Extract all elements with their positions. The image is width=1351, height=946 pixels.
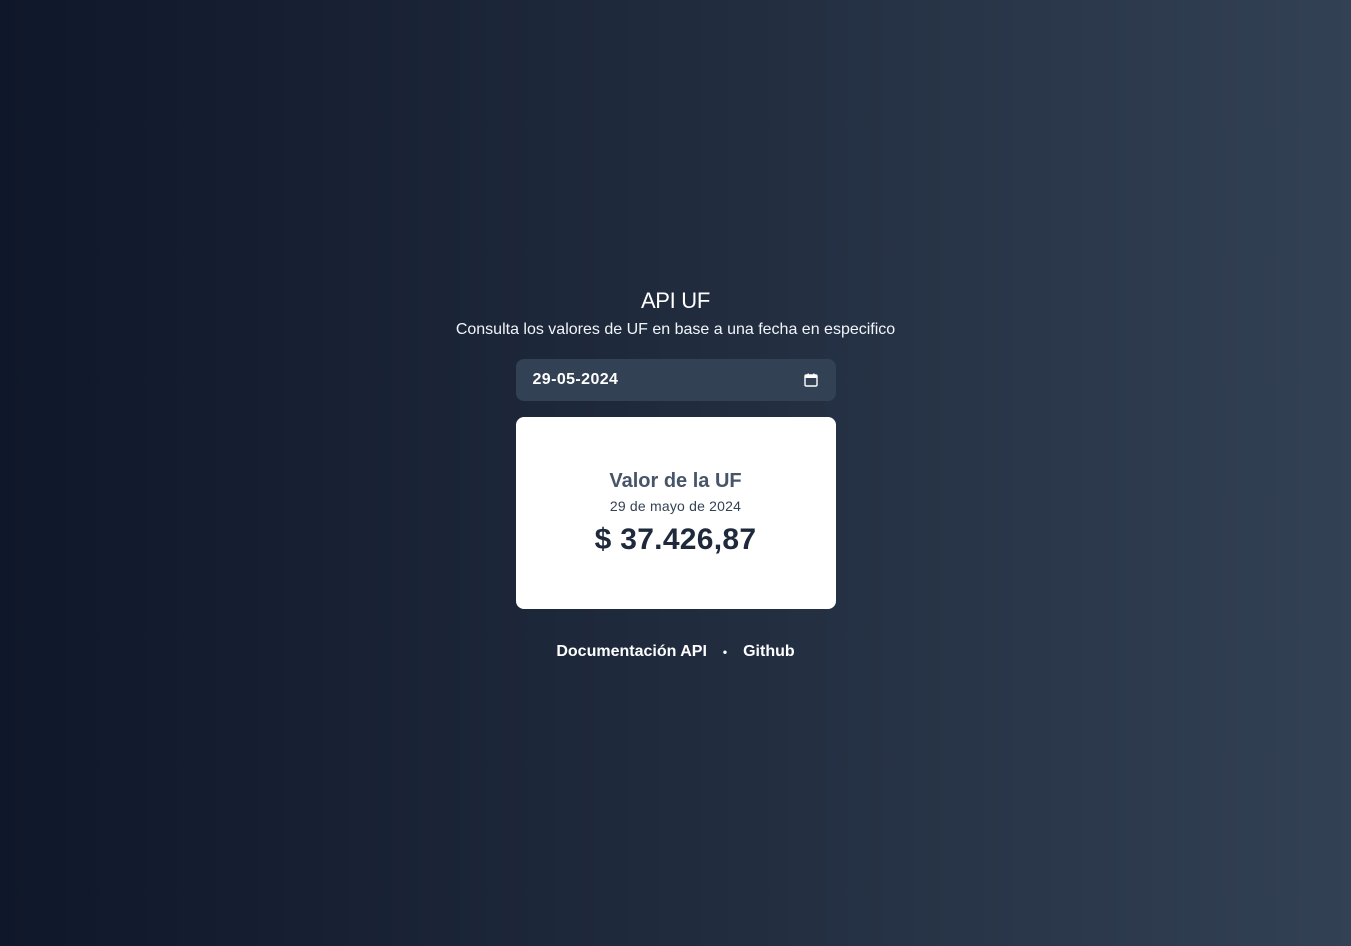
card-date: 29 de mayo de 2024 [609, 498, 742, 514]
date-input-value: 29-05-2024 [532, 371, 619, 388]
date-input[interactable]: 29-05-2024 [515, 359, 836, 401]
main-container: API UF Consulta los valores de UF en bas… [0, 286, 1351, 661]
footer-separator: • [722, 645, 728, 659]
page-title: API UF [640, 288, 711, 313]
uf-value-card: Valor de la UF 29 de mayo de 2024 $ 37.4… [515, 417, 836, 609]
github-link[interactable]: Github [743, 643, 795, 661]
calendar-icon[interactable] [803, 372, 819, 388]
card-title: Valor de la UF [609, 470, 742, 492]
documentation-link[interactable]: Documentación API [556, 643, 707, 661]
uf-value: $ 37.426,87 [594, 523, 757, 556]
page-subtitle: Consulta los valores de UF en base a una… [455, 321, 896, 338]
footer-links: Documentación API • Github [556, 643, 794, 661]
